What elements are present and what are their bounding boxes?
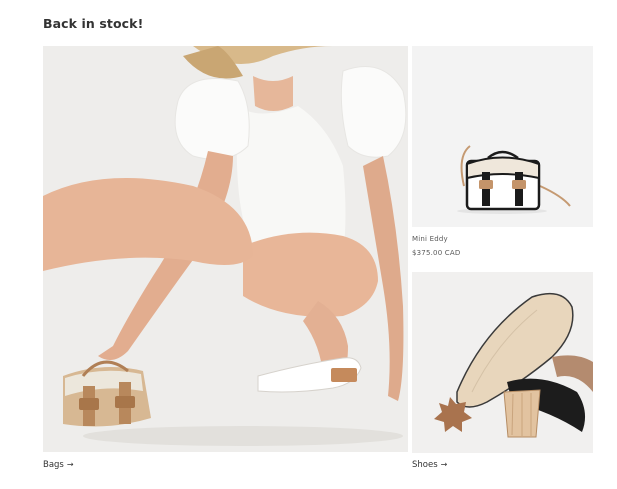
model-with-bag-image: [43, 46, 408, 452]
product-name[interactable]: Mini Eddy: [412, 235, 448, 243]
bags-collection-image[interactable]: [43, 46, 408, 452]
section-title: Back in stock!: [43, 16, 144, 31]
bags-collection-link[interactable]: Bags →: [43, 460, 74, 470]
sandal-image: [412, 272, 593, 453]
shoes-collection-link[interactable]: Shoes →: [412, 460, 447, 470]
mini-eddy-bag-image: [412, 46, 593, 227]
bags-collection-label: Bags: [43, 460, 64, 470]
shoes-collection-image[interactable]: [412, 272, 593, 453]
product-card-image[interactable]: [412, 46, 593, 227]
arrow-right-icon: →: [440, 460, 448, 469]
arrow-right-icon: →: [66, 460, 74, 469]
bag-illustration: [63, 360, 151, 427]
product-price: $375.00 CAD: [412, 249, 461, 257]
shoes-collection-label: Shoes: [412, 460, 438, 470]
